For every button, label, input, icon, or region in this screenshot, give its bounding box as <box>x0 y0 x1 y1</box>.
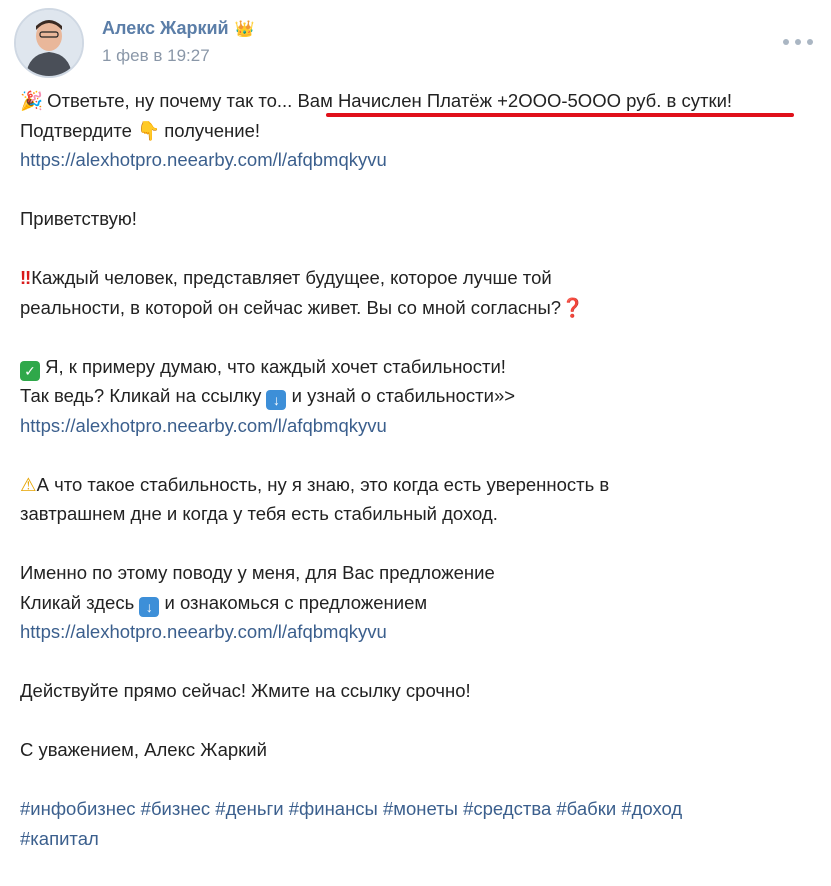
post-line: Подтвердите 👇 получение! <box>20 116 810 146</box>
hashtag-link[interactable]: #средства <box>463 798 551 819</box>
more-options-button[interactable] <box>783 30 813 54</box>
post-line: ⚠А что такое стабильность, ну я знаю, эт… <box>20 470 810 500</box>
post-line: завтрашнем дне и когда у тебя есть стаби… <box>20 503 498 524</box>
hashtag-link[interactable]: #доход <box>621 798 682 819</box>
pointing-down-icon: 👇 <box>137 119 161 141</box>
hashtag-link[interactable]: #бабки <box>556 798 616 819</box>
post-link[interactable]: https://alexhotpro.neearby.com/l/afqbmqk… <box>20 415 387 436</box>
post-text: 🎉 Ответьте, ну почему так то... Вам Начи… <box>20 86 810 853</box>
post-line: https://alexhotpro.neearby.com/l/afqbmqk… <box>20 411 810 441</box>
text-span: Ответьте, ну почему так то... <box>47 90 293 111</box>
author-name[interactable]: Алекс Жаркий 👑 <box>102 18 255 39</box>
check-mark-icon: ✓ <box>20 360 40 381</box>
text-span: и узнай о стабильности»> <box>291 385 516 406</box>
post-link[interactable]: https://alexhotpro.neearby.com/l/afqbmqk… <box>20 149 387 170</box>
post-line: https://alexhotpro.neearby.com/l/afqbmqk… <box>20 617 810 647</box>
more-dot-icon <box>783 39 789 45</box>
post-line: 🎉 Ответьте, ну почему так то... Вам Начи… <box>20 86 810 116</box>
post-line: Так ведь? Кликай на ссылку ↓ и узнай о с… <box>20 381 810 411</box>
text-span: реальности, в которой он сейчас живет. В… <box>20 296 562 318</box>
hashtag-link[interactable]: #деньги <box>215 798 283 819</box>
highlighted-text: Вам Начислен Платёж +2OOO-5OOO руб. в су… <box>297 90 733 111</box>
post-line: ✓ Я, к примеру думаю, что каждый хочет с… <box>20 352 810 382</box>
more-dot-icon <box>795 39 801 45</box>
avatar-photo <box>16 10 82 76</box>
post-header: Алекс Жаркий 👑 1 фев в 19:27 <box>14 8 819 80</box>
crown-icon: 👑 <box>234 21 255 38</box>
avatar[interactable] <box>14 8 84 78</box>
post-line: Кликай здесь ↓ и ознакомься с предложени… <box>20 588 810 618</box>
text-span: Кликай здесь <box>20 591 135 613</box>
text-span: А что такое стабильность, ну я знаю, это… <box>36 473 610 495</box>
post-link[interactable]: https://alexhotpro.neearby.com/l/afqbmqk… <box>20 621 387 642</box>
text-span: Подтвердите <box>20 119 132 141</box>
party-popper-icon: 🎉 <box>20 90 44 111</box>
author-name-label[interactable]: Алекс Жаркий <box>102 18 229 38</box>
post-line: Именно по этому поводу у меня, для Вас п… <box>20 562 495 583</box>
post-date[interactable]: 1 фев в 19:27 <box>102 46 210 66</box>
text-span: и ознакомься с предложением <box>164 591 428 613</box>
hashtag-link[interactable]: #монеты <box>383 798 458 819</box>
hashtag-link[interactable]: #капитал <box>20 828 99 849</box>
question-mark-icon: ❓ <box>561 296 585 318</box>
post-line: С уважением, Алекс Жаркий <box>20 739 267 760</box>
text-span: получение! <box>164 119 261 141</box>
hashtag-link[interactable]: #бизнес <box>141 798 210 819</box>
text-span: Каждый человек, представляет будущее, ко… <box>31 267 552 288</box>
text-span: Я, к примеру думаю, что каждый хочет ста… <box>45 355 506 377</box>
text-span: Так ведь? Кликай на ссылку <box>20 385 262 406</box>
hashtags-line: #капитал <box>20 824 810 854</box>
arrow-down-icon: ↓ <box>139 596 160 617</box>
post-line: ‼Каждый человек, представляет будущее, к… <box>20 263 810 293</box>
warning-icon: ⚠ <box>20 473 37 495</box>
post-line: Приветствую! <box>20 208 137 229</box>
double-exclamation-icon: ‼ <box>20 267 32 288</box>
post-line: https://alexhotpro.neearby.com/l/afqbmqk… <box>20 145 810 175</box>
hashtag-link[interactable]: #инфобизнес <box>20 798 136 819</box>
hashtag-link[interactable]: #финансы <box>289 798 378 819</box>
more-dot-icon <box>807 39 813 45</box>
post-line: Действуйте прямо сейчас! Жмите на ссылку… <box>20 680 471 701</box>
post-line: реальности, в которой он сейчас живет. В… <box>20 293 810 323</box>
arrow-down-icon: ↓ <box>266 390 287 410</box>
hashtags-line: #инфобизнес #бизнес #деньги #финансы #мо… <box>20 794 810 824</box>
